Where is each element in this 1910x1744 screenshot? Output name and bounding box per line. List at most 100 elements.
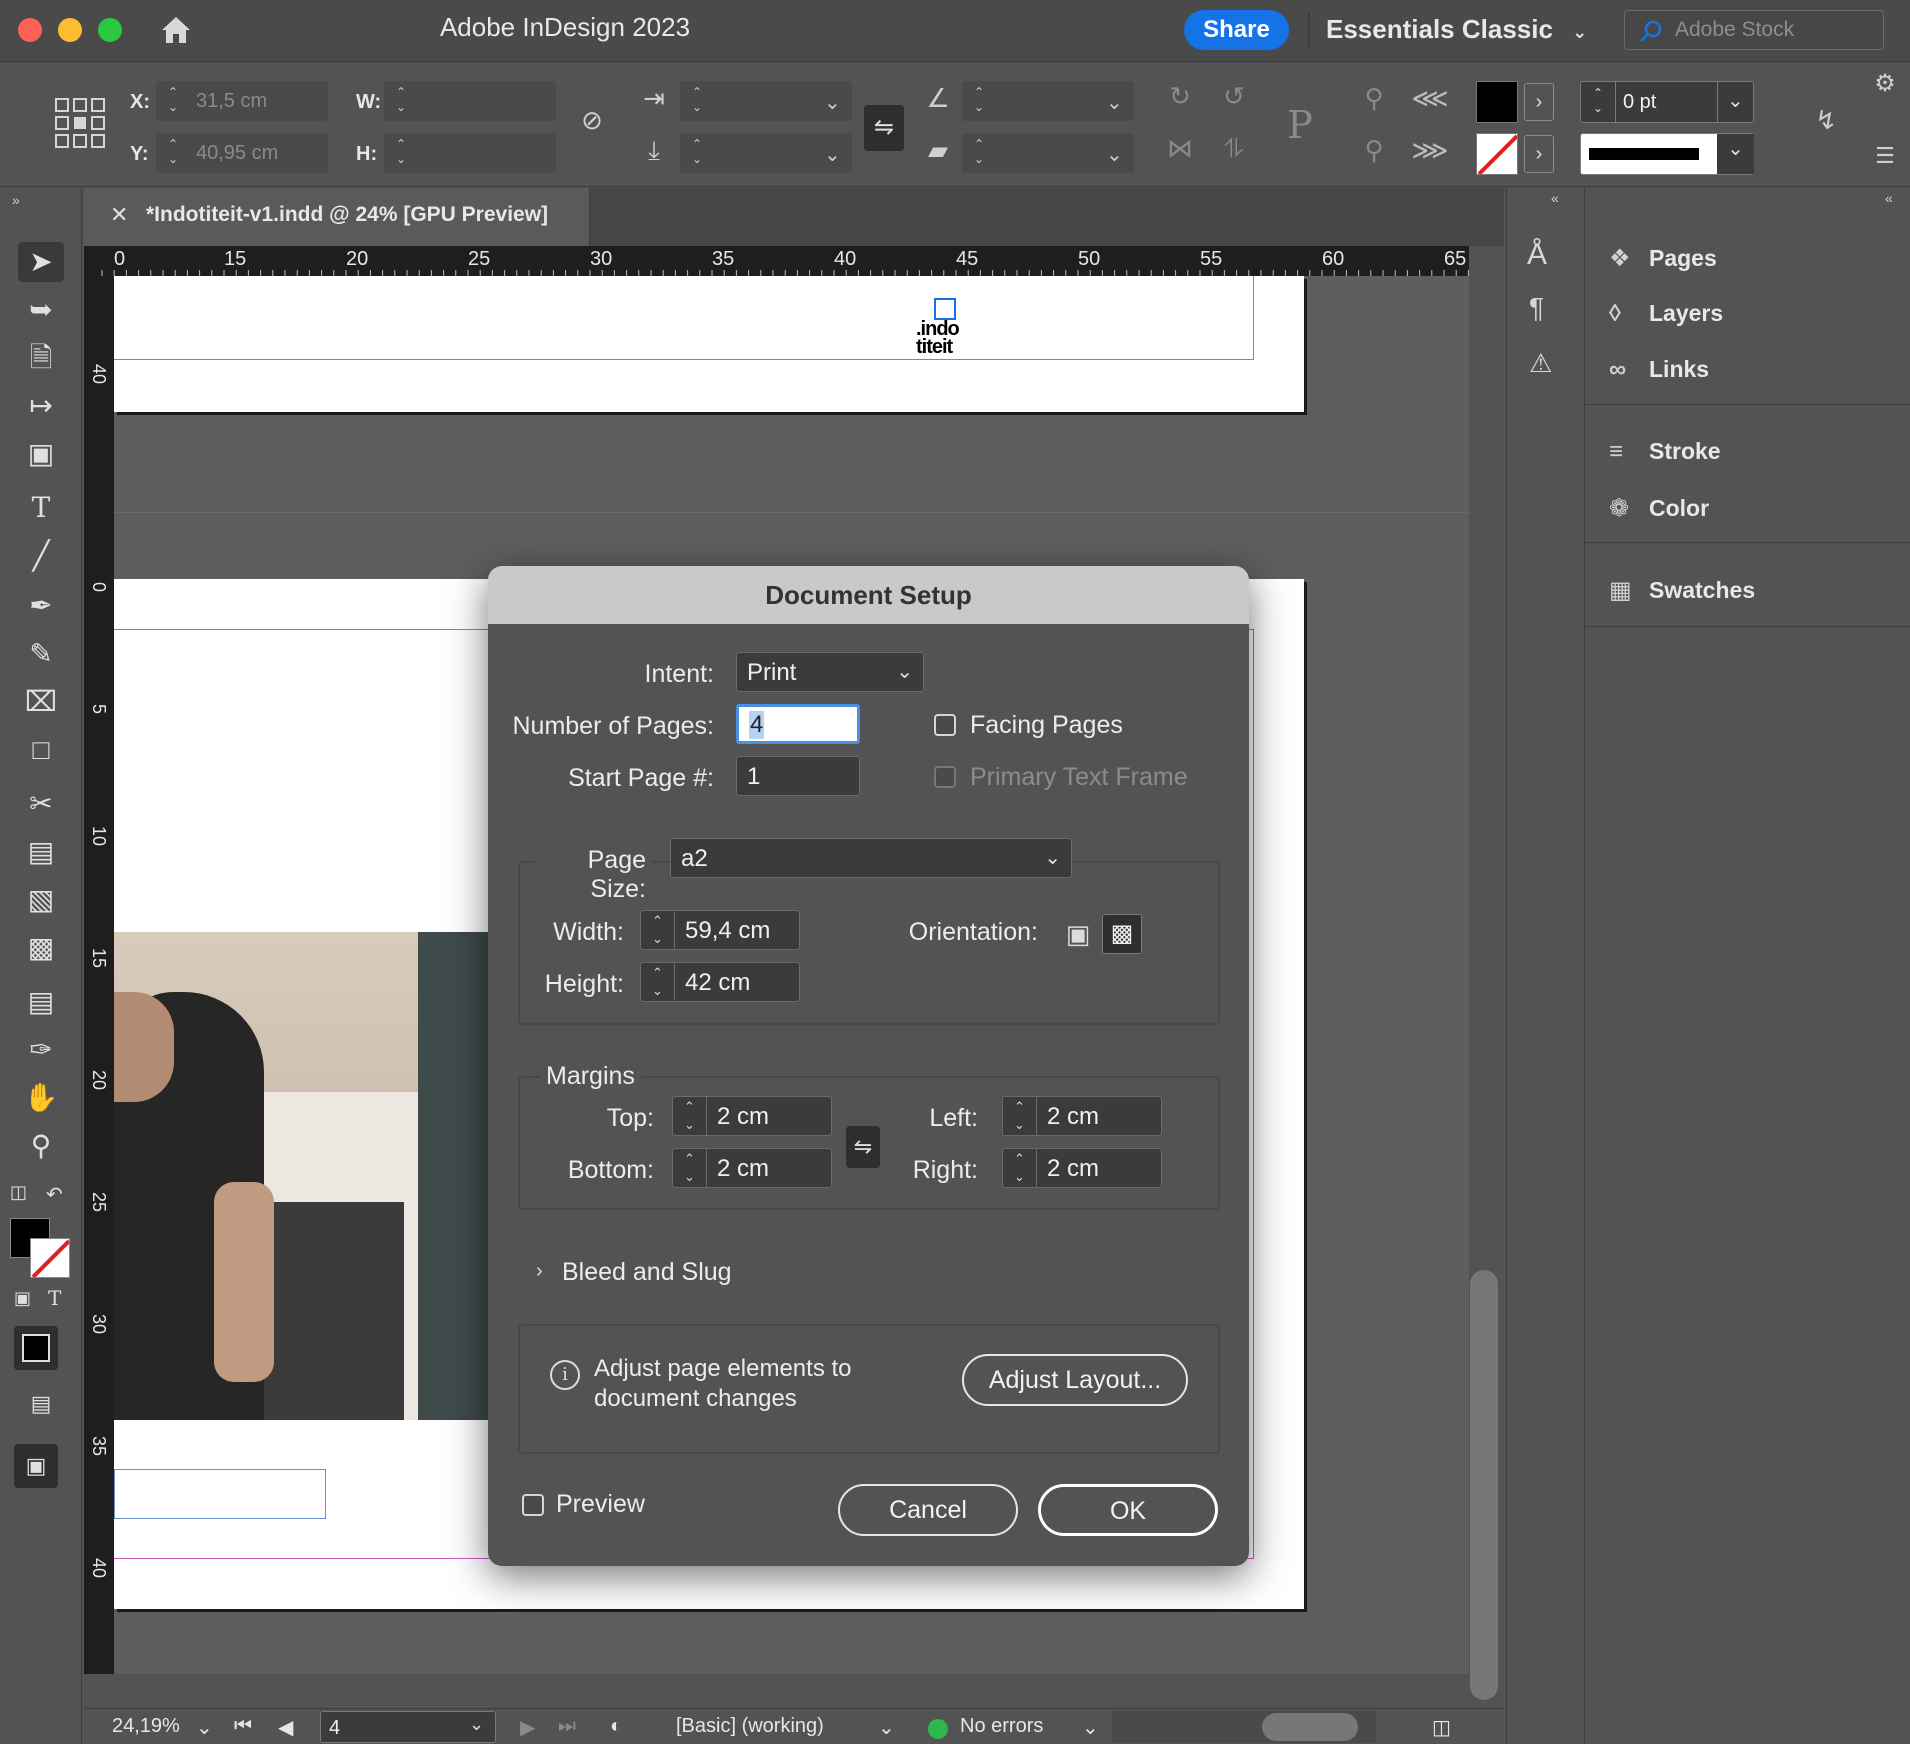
free-transform-tool-icon[interactable]: ▤ xyxy=(18,832,64,872)
stepper-icon[interactable]: ⌃ ⌄ xyxy=(968,137,990,169)
flip-vertical-icon[interactable]: ⥮ xyxy=(1216,133,1252,165)
previous-page-icon[interactable]: ◀ xyxy=(278,1715,293,1740)
last-page-icon[interactable]: ⏭ xyxy=(558,1715,576,1738)
expand-icon[interactable]: » xyxy=(12,192,20,208)
scale-x-field[interactable]: ⌃ ⌄ ⌄ xyxy=(680,81,852,121)
stepper-icon[interactable]: ⌃ ⌄ xyxy=(162,137,184,169)
type-tool-icon[interactable]: T xyxy=(18,488,64,528)
stroke-swatch[interactable] xyxy=(1476,133,1518,175)
y-field[interactable]: ⌃ ⌄ 40,95 cm xyxy=(156,133,328,173)
next-page-icon[interactable]: ▶ xyxy=(520,1715,535,1740)
stroke-type-select[interactable]: ⌄ xyxy=(1580,133,1754,175)
stepper-icon[interactable]: ⌃ ⌄ xyxy=(1587,86,1609,118)
select-previous-icon[interactable]: ⋘ xyxy=(1410,83,1450,114)
note-tool-icon[interactable]: ▤ xyxy=(18,982,64,1022)
x-field[interactable]: ⌃ ⌄ 31,5 cm xyxy=(156,81,328,121)
start-page-input[interactable]: 1 xyxy=(736,756,860,796)
formatting-text-icon[interactable]: T xyxy=(48,1286,61,1310)
character-styles-icon[interactable]: Å xyxy=(1527,238,1547,272)
apply-color-button[interactable] xyxy=(14,1326,58,1370)
stepper-icon[interactable]: ⌃ ⌄ xyxy=(390,85,412,117)
gradient-feather-tool-icon[interactable]: ▩ xyxy=(18,928,64,968)
cancel-button[interactable]: Cancel xyxy=(838,1484,1018,1536)
zoom-level[interactable]: 24,19% xyxy=(112,1715,180,1738)
panel-color[interactable]: ❁ Color xyxy=(1609,494,1709,534)
eyedropper-tool-icon[interactable]: ✑ xyxy=(18,1030,64,1070)
stepper-icon[interactable]: ⌃ ⌄ xyxy=(968,85,990,117)
screen-mode-icon[interactable]: ▤ xyxy=(18,1384,64,1424)
preflight-profile[interactable]: [Basic] (working) xyxy=(676,1715,824,1738)
pencil-tool-icon[interactable]: ✎ xyxy=(18,634,64,674)
rectangle-tool-icon[interactable]: □ xyxy=(18,730,64,770)
close-icon[interactable]: ✕ xyxy=(110,202,128,228)
fill-swatch[interactable] xyxy=(1476,81,1518,123)
photo-frame[interactable] xyxy=(114,932,492,1420)
vertical-scrollbar[interactable] xyxy=(1470,1270,1498,1700)
split-view-icon[interactable]: ◫ xyxy=(1432,1715,1451,1740)
panel-stroke[interactable]: ≡ Stroke xyxy=(1609,438,1721,478)
bleed-slug-toggle[interactable]: Bleed and Slug xyxy=(562,1258,732,1287)
num-pages-input[interactable]: 4 xyxy=(736,704,860,744)
stepper-icon[interactable]: ⌃ ⌄ xyxy=(1003,1149,1037,1187)
swap-colors-icon[interactable]: ↶ xyxy=(46,1182,63,1207)
share-button[interactable]: Share xyxy=(1184,10,1289,50)
flip-horizontal-icon[interactable]: ⋈ xyxy=(1162,133,1198,164)
rotate-ccw-icon[interactable]: ↺ xyxy=(1216,81,1252,112)
workspace-switcher[interactable]: Essentials Classic ⌄ xyxy=(1326,14,1587,45)
facing-pages-checkbox[interactable] xyxy=(934,714,956,736)
formatting-container-icon[interactable]: ▣ xyxy=(14,1288,31,1309)
zoom-window-button[interactable] xyxy=(98,18,122,42)
vertical-ruler[interactable]: 40 0 5 10 15 20 25 30 35 40 xyxy=(84,276,114,1674)
pen-tool-icon[interactable]: ✒ xyxy=(18,586,64,626)
hand-tool-icon[interactable]: ✋ xyxy=(18,1078,64,1118)
logo-frame[interactable]: .indo titeit xyxy=(916,298,970,358)
page-size-select[interactable]: a2 ⌄ xyxy=(670,838,1072,878)
chevron-down-icon[interactable]: ⌄ xyxy=(1082,1715,1099,1740)
default-colors-icon[interactable]: ◫ xyxy=(10,1182,27,1203)
paragraph-styles-icon[interactable]: ¶ xyxy=(1529,292,1544,324)
transform-content-icon[interactable]: P xyxy=(1272,97,1328,153)
stroke-color-swatch[interactable] xyxy=(30,1238,70,1278)
rotation-field[interactable]: ⌃ ⌄ ⌄ xyxy=(962,81,1134,121)
menu-icon[interactable]: ☰ xyxy=(1870,143,1900,169)
stepper-icon[interactable]: ⌃ ⌄ xyxy=(686,137,708,169)
collapse-icon[interactable]: « xyxy=(1551,190,1559,206)
bottom-margin-input[interactable]: ⌃ ⌄ 2 cm xyxy=(672,1148,832,1188)
adjust-layout-button[interactable]: Adjust Layout... xyxy=(962,1354,1188,1406)
chevron-down-icon[interactable]: ⌄ xyxy=(878,1715,895,1740)
intent-select[interactable]: Print ⌄ xyxy=(736,652,924,692)
gap-tool-icon[interactable]: ↦ xyxy=(18,386,64,426)
line-tool-icon[interactable]: ╱ xyxy=(18,536,64,576)
stepper-icon[interactable]: ⌃ ⌄ xyxy=(686,85,708,117)
selection-tool-icon[interactable]: ➤ xyxy=(18,242,64,282)
horizontal-ruler[interactable]: 0 15 20 25 30 35 40 45 50 55 60 65 xyxy=(84,246,1469,276)
preflight-icon[interactable]: ◐ xyxy=(610,1715,622,1738)
link-icon[interactable]: ⇋ xyxy=(864,105,904,151)
view-mode-icon[interactable]: ▣ xyxy=(14,1444,58,1488)
chevron-right-icon[interactable]: › xyxy=(1524,83,1554,121)
primary-text-frame-checkbox[interactable] xyxy=(934,766,956,788)
scale-y-field[interactable]: ⌃ ⌄ ⌄ xyxy=(680,133,852,173)
reference-point-icon[interactable] xyxy=(54,97,106,149)
stepper-icon[interactable]: ⌃ ⌄ xyxy=(641,963,675,1001)
chevron-right-icon[interactable]: › xyxy=(536,1260,543,1283)
gradient-swatch-tool-icon[interactable]: ▧ xyxy=(18,880,64,920)
chevron-down-icon[interactable]: ⌄ xyxy=(196,1715,213,1740)
ok-button[interactable]: OK xyxy=(1038,1484,1218,1536)
left-margin-input[interactable]: ⌃ ⌄ 2 cm xyxy=(1002,1096,1162,1136)
rotate-cw-icon[interactable]: ↻ xyxy=(1162,81,1198,112)
stepper-icon[interactable]: ⌃ ⌄ xyxy=(162,85,184,117)
adobe-stock-search[interactable]: Adobe Stock xyxy=(1624,10,1884,50)
preview-checkbox[interactable] xyxy=(522,1494,544,1516)
stepper-icon[interactable]: ⌃ ⌄ xyxy=(1003,1097,1037,1135)
stroke-weight-field[interactable]: ⌃ ⌄ 0 pt ⌄ xyxy=(1580,81,1754,123)
direct-selection-tool-icon[interactable]: ➥ xyxy=(18,290,64,330)
quick-actions-icon[interactable]: ↯ xyxy=(1808,105,1844,136)
link-margins-icon[interactable]: ⇋ xyxy=(846,1126,880,1168)
page-3[interactable]: .indo titeit xyxy=(114,276,1304,412)
rectangle-frame-tool-icon[interactable]: ⌧ xyxy=(18,682,64,722)
select-next-icon[interactable]: ⋙ xyxy=(1410,135,1450,166)
w-field[interactable]: ⌃ ⌄ xyxy=(384,81,556,121)
h-field[interactable]: ⌃ ⌄ xyxy=(384,133,556,173)
stepper-icon[interactable]: ⌃ ⌄ xyxy=(390,137,412,169)
